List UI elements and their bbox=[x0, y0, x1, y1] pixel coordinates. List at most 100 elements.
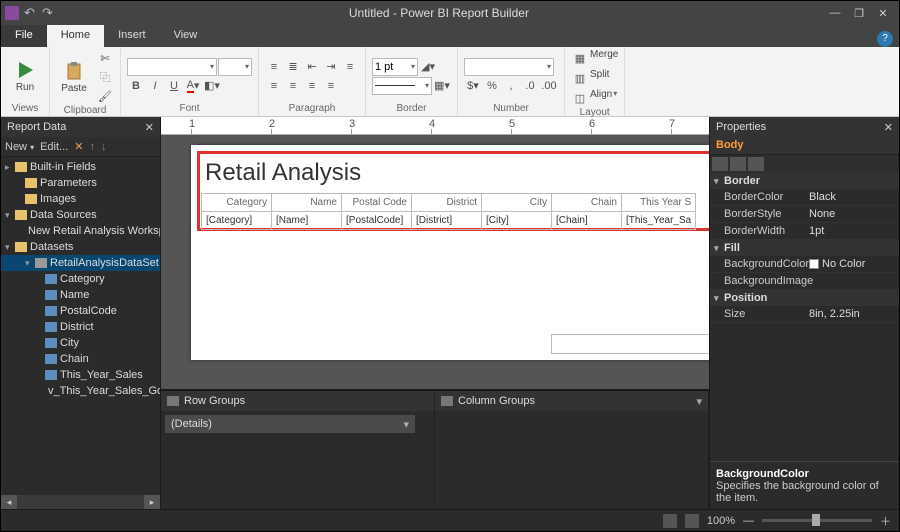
tab-insert[interactable]: Insert bbox=[104, 25, 160, 47]
prop-size[interactable]: Size8in, 2.25in bbox=[710, 306, 899, 323]
view-design-button[interactable] bbox=[663, 514, 677, 528]
fill-color-button[interactable]: ◧▾ bbox=[203, 77, 221, 95]
borders-button[interactable]: ▦▾ bbox=[433, 77, 451, 95]
run-button[interactable]: Run bbox=[7, 50, 43, 102]
prop-bordercolor[interactable]: BorderColorBlack bbox=[710, 189, 899, 206]
restore-button[interactable]: ❐ bbox=[847, 3, 871, 23]
numbering-button[interactable]: ≣ bbox=[284, 58, 302, 76]
col-name[interactable]: Name bbox=[272, 194, 342, 212]
bullets-button[interactable]: ≡ bbox=[265, 58, 283, 76]
copy-button[interactable]: ⿻ bbox=[96, 68, 114, 86]
col-district[interactable]: District bbox=[412, 194, 482, 212]
italic-button[interactable]: I bbox=[146, 77, 164, 95]
col-category[interactable]: Category bbox=[202, 194, 272, 212]
prop-borderstyle[interactable]: BorderStyleNone bbox=[710, 206, 899, 223]
border-color-button[interactable]: ◢▾ bbox=[419, 58, 437, 76]
align-button[interactable]: ◫Align▾ bbox=[571, 89, 618, 107]
property-pages-button[interactable] bbox=[748, 157, 764, 171]
cut-button[interactable]: ✄ bbox=[96, 49, 114, 67]
tree-field-goal[interactable]: v_This_Year_Sales_Goal bbox=[1, 383, 160, 399]
report-body[interactable]: Retail Analysis Category Name Postal Cod… bbox=[191, 145, 709, 360]
col-postalcode[interactable]: Postal Code bbox=[342, 194, 412, 212]
move-down-icon[interactable]: ↓ bbox=[101, 141, 107, 153]
tree-node-datasets[interactable]: ▾Datasets bbox=[1, 239, 160, 255]
report-data-close-button[interactable]: ✕ bbox=[145, 121, 154, 134]
report-data-hscroll[interactable]: ◂▸ bbox=[1, 495, 160, 509]
categorized-button[interactable] bbox=[712, 157, 728, 171]
tree-node-builtin[interactable]: ▸Built-in Fields bbox=[1, 159, 160, 175]
zoom-out-button[interactable]: — bbox=[743, 515, 754, 527]
report-title[interactable]: Retail Analysis bbox=[205, 159, 361, 187]
tree-field-district[interactable]: District bbox=[1, 319, 160, 335]
prop-backgroundcolor[interactable]: BackgroundColorNo Color bbox=[710, 256, 899, 273]
tab-view[interactable]: View bbox=[160, 25, 212, 47]
col-chain[interactable]: Chain bbox=[552, 194, 622, 212]
help-button[interactable]: ? bbox=[877, 31, 893, 47]
delete-icon[interactable]: ✕ bbox=[74, 140, 83, 153]
line-spacing-button[interactable]: ≡ bbox=[341, 58, 359, 76]
move-up-icon[interactable]: ↑ bbox=[89, 141, 95, 153]
font-size-combo[interactable]: ▾ bbox=[218, 58, 252, 76]
category-position[interactable]: ▾Position bbox=[710, 290, 899, 306]
align-right-button[interactable]: ≡ bbox=[303, 77, 321, 95]
undo-button[interactable]: ↶ bbox=[22, 5, 37, 21]
redo-button[interactable]: ↷ bbox=[40, 5, 55, 21]
justify-button[interactable]: ≡ bbox=[322, 77, 340, 95]
border-width-combo[interactable]: 1 pt▾ bbox=[372, 58, 418, 76]
tab-file[interactable]: File bbox=[1, 25, 47, 47]
number-format-combo[interactable]: ▾ bbox=[464, 58, 554, 76]
tree-node-dset1[interactable]: ▾RetailAnalysisDataSet bbox=[1, 255, 160, 271]
alphabetical-button[interactable] bbox=[730, 157, 746, 171]
tree-node-datasources[interactable]: ▾Data Sources bbox=[1, 207, 160, 223]
zoom-in-button[interactable]: ＋ bbox=[880, 513, 891, 529]
tree-field-category[interactable]: Category bbox=[1, 271, 160, 287]
border-style-combo[interactable]: ▾ bbox=[372, 77, 432, 95]
column-groups-body[interactable] bbox=[435, 411, 709, 509]
prop-backgroundimage[interactable]: BackgroundImage bbox=[710, 273, 899, 290]
tree-field-postalcode[interactable]: PostalCode bbox=[1, 303, 160, 319]
font-color-button[interactable]: A▾ bbox=[184, 77, 202, 95]
close-button[interactable]: ✕ bbox=[871, 3, 895, 23]
col-city[interactable]: City bbox=[482, 194, 552, 212]
split-button[interactable]: ▥Split bbox=[571, 69, 618, 87]
prop-borderwidth[interactable]: BorderWidth1pt bbox=[710, 223, 899, 240]
inc-indent-button[interactable]: ⇥ bbox=[322, 58, 340, 76]
edit-button[interactable]: Edit... bbox=[40, 141, 68, 153]
category-border[interactable]: ▾Border bbox=[710, 173, 899, 189]
view-preview-button[interactable] bbox=[685, 514, 699, 528]
tree-field-chain[interactable]: Chain bbox=[1, 351, 160, 367]
minimize-button[interactable]: — bbox=[823, 3, 847, 23]
tree-node-parameters[interactable]: Parameters bbox=[1, 175, 160, 191]
tree-field-thisyearsales[interactable]: This_Year_Sales bbox=[1, 367, 160, 383]
col-thisyearsales[interactable]: This Year S bbox=[622, 194, 696, 212]
align-left-button[interactable]: ≡ bbox=[265, 77, 283, 95]
zoom-slider[interactable] bbox=[762, 519, 872, 522]
comma-button[interactable]: , bbox=[502, 77, 520, 95]
font-family-combo[interactable]: ▾ bbox=[127, 58, 217, 76]
groups-menu-button[interactable]: ▾ bbox=[696, 395, 702, 408]
paste-button[interactable]: Paste bbox=[56, 51, 92, 103]
tab-home[interactable]: Home bbox=[47, 25, 104, 47]
inc-decimal-button[interactable]: .0 bbox=[521, 77, 539, 95]
dec-decimal-button[interactable]: .00 bbox=[540, 77, 558, 95]
format-painter-button[interactable]: 🖌 bbox=[96, 87, 114, 105]
tree-field-name[interactable]: Name bbox=[1, 287, 160, 303]
dec-indent-button[interactable]: ⇤ bbox=[303, 58, 321, 76]
report-table[interactable]: Category Name Postal Code District City … bbox=[201, 193, 696, 230]
tree-field-city[interactable]: City bbox=[1, 335, 160, 351]
merge-button[interactable]: ▦Merge bbox=[571, 49, 618, 67]
percent-button[interactable]: % bbox=[483, 77, 501, 95]
details-group[interactable]: (Details)▾ bbox=[165, 415, 415, 433]
bold-button[interactable]: B bbox=[127, 77, 145, 95]
align-center-button[interactable]: ≡ bbox=[284, 77, 302, 95]
row-groups-body[interactable]: (Details)▾ bbox=[161, 411, 435, 509]
design-canvas[interactable]: Retail Analysis Category Name Postal Cod… bbox=[161, 135, 709, 389]
tree-node-ds1[interactable]: New Retail Analysis Workspa bbox=[1, 223, 160, 239]
currency-button[interactable]: $▾ bbox=[464, 77, 482, 95]
properties-close-button[interactable]: ✕ bbox=[884, 121, 893, 134]
underline-button[interactable]: U bbox=[165, 77, 183, 95]
category-fill[interactable]: ▾Fill bbox=[710, 240, 899, 256]
new-button[interactable]: New ▾ bbox=[5, 141, 34, 153]
execution-time-box[interactable]: [&ExecutionTime] bbox=[551, 334, 709, 354]
tree-node-images[interactable]: Images bbox=[1, 191, 160, 207]
